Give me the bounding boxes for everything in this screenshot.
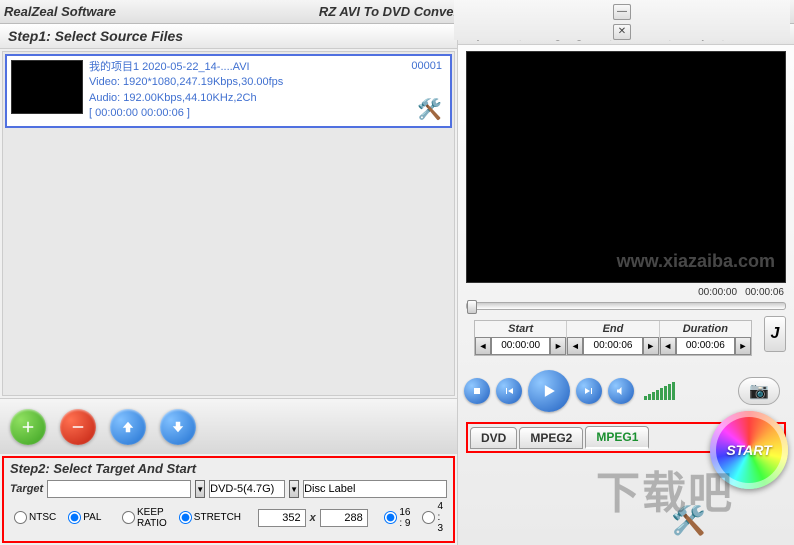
width-input[interactable] bbox=[258, 509, 306, 527]
target-label: Target bbox=[10, 483, 43, 495]
stop-button[interactable] bbox=[464, 378, 490, 404]
time-display: 00:00:00 00:00:06 bbox=[458, 285, 794, 300]
play-button[interactable] bbox=[528, 370, 570, 412]
time-current: 00:00:00 bbox=[698, 287, 737, 298]
move-down-button[interactable] bbox=[160, 409, 196, 445]
volume-bars[interactable] bbox=[644, 382, 675, 400]
snapshot-button[interactable]: 📷 bbox=[738, 377, 780, 405]
start-header: Start bbox=[475, 321, 567, 337]
ratio-169-radio[interactable]: 16 : 9 bbox=[380, 507, 414, 529]
step1-header: Step1: Select Source Files bbox=[0, 24, 457, 49]
end-prev[interactable]: ◄ bbox=[567, 337, 583, 355]
camera-icon: 📷 bbox=[749, 381, 769, 401]
playback-controls: 📷 bbox=[458, 364, 794, 418]
close-button[interactable]: ✕ bbox=[613, 24, 631, 40]
titlebar: RealZeal Software RZ AVI To DVD Converte… bbox=[0, 0, 794, 24]
disc-size-select[interactable] bbox=[209, 480, 285, 498]
app-title: RZ AVI To DVD Converter bbox=[319, 4, 475, 19]
end-next[interactable]: ► bbox=[643, 337, 659, 355]
tab-dvd[interactable]: DVD bbox=[470, 427, 517, 449]
target-input[interactable] bbox=[47, 480, 191, 498]
stretch-radio[interactable]: STRETCH bbox=[175, 511, 245, 524]
file-list[interactable]: 我的项目1 2020-05-22_14-....AVI Video: 1920*… bbox=[2, 51, 455, 396]
tab-mpeg2[interactable]: MPEG2 bbox=[519, 427, 583, 449]
height-input[interactable] bbox=[320, 509, 368, 527]
seek-knob[interactable] bbox=[467, 300, 477, 314]
remove-button[interactable] bbox=[60, 409, 96, 445]
ratio-43-radio[interactable]: 4 : 3 bbox=[418, 501, 447, 534]
step2-panel: Step2: Select Target And Start Target ▼ … bbox=[2, 456, 455, 543]
end-header: End bbox=[567, 321, 659, 337]
pal-radio[interactable]: PAL bbox=[64, 511, 105, 524]
x-label: x bbox=[310, 512, 316, 524]
duration-header: Duration bbox=[660, 321, 751, 337]
duration-value[interactable]: 00:00:06 bbox=[676, 337, 735, 355]
file-item[interactable]: 我的项目1 2020-05-22_14-....AVI Video: 1920*… bbox=[5, 54, 452, 128]
add-button[interactable] bbox=[10, 409, 46, 445]
dur-prev[interactable]: ◄ bbox=[660, 337, 676, 355]
start-prev[interactable]: ◄ bbox=[475, 337, 491, 355]
file-video-info: Video: 1920*1080,247.19Kbps,30.00fps bbox=[89, 75, 446, 90]
file-name: 我的项目1 2020-05-22_14-....AVI bbox=[89, 60, 446, 75]
file-thumbnail bbox=[11, 60, 83, 114]
minimize-button[interactable]: — bbox=[613, 4, 631, 20]
ntsc-radio[interactable]: NTSC bbox=[10, 511, 60, 524]
disc-size-dropdown[interactable]: ▼ bbox=[289, 480, 299, 498]
preview-area: www.xiazaiba.com bbox=[466, 51, 786, 283]
tools-icon[interactable]: 🛠️ bbox=[417, 97, 442, 122]
move-up-button[interactable] bbox=[110, 409, 146, 445]
trim-grid: Start End Duration ◄ 00:00:00 ► ◄ 00:00:… bbox=[474, 320, 752, 356]
file-number: 00001 bbox=[411, 60, 442, 72]
disc-label-input[interactable] bbox=[303, 480, 447, 498]
step2-header: Step2: Select Target And Start bbox=[10, 461, 447, 476]
file-time-info: [ 00:00:00 00:00:06 ] bbox=[89, 106, 446, 121]
keep-ratio-radio[interactable]: KEEP RATIO bbox=[118, 507, 171, 529]
start-button[interactable]: START bbox=[710, 411, 788, 489]
company-name: RealZeal Software bbox=[4, 4, 116, 19]
end-value[interactable]: 00:00:06 bbox=[583, 337, 642, 355]
time-total: 00:00:06 bbox=[745, 287, 784, 298]
tab-mpeg1[interactable]: MPEG1 bbox=[585, 426, 649, 449]
prev-button[interactable] bbox=[496, 378, 522, 404]
start-next[interactable]: ► bbox=[550, 337, 566, 355]
start-value[interactable]: 00:00:00 bbox=[491, 337, 550, 355]
dur-next[interactable]: ► bbox=[735, 337, 751, 355]
volume-button[interactable] bbox=[608, 378, 634, 404]
next-button[interactable] bbox=[576, 378, 602, 404]
file-info: 我的项目1 2020-05-22_14-....AVI Video: 1920*… bbox=[89, 60, 446, 122]
file-toolbar bbox=[0, 398, 457, 454]
seek-slider[interactable] bbox=[466, 302, 786, 310]
left-panel: Step1: Select Source Files 我的项目1 2020-05… bbox=[0, 24, 458, 545]
j-button[interactable]: J bbox=[764, 316, 786, 352]
start-label: START bbox=[726, 442, 771, 458]
file-audio-info: Audio: 192.00Kbps,44.10KHz,2Ch bbox=[89, 91, 446, 106]
watermark: www.xiazaiba.com bbox=[617, 251, 775, 272]
target-dropdown[interactable]: ▼ bbox=[195, 480, 205, 498]
